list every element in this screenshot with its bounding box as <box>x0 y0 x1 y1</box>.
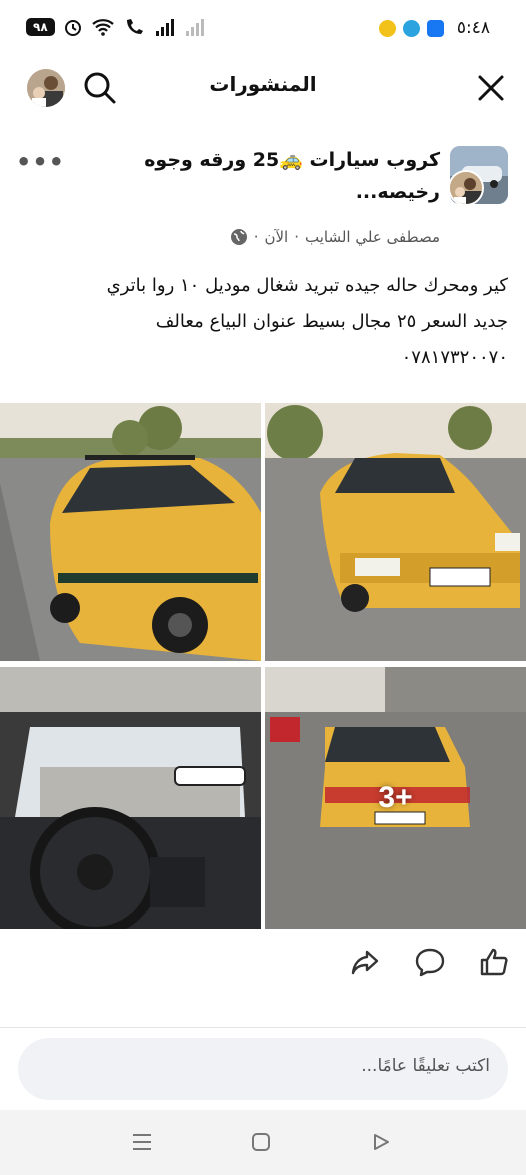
wifi-icon <box>91 19 114 36</box>
close-icon[interactable] <box>476 73 506 103</box>
divider <box>0 1027 526 1028</box>
status-bar: ٩٨ ٥:٤٨ <box>0 0 526 58</box>
post-time[interactable]: الآن <box>264 228 288 246</box>
photo-car-interior[interactable] <box>0 667 261 929</box>
comment-input[interactable]: اكتب تعليقًا عامًا... <box>18 1038 508 1100</box>
share-icon[interactable] <box>349 946 381 978</box>
telegram-icon <box>403 20 420 37</box>
recent-apps-icon[interactable] <box>131 1132 153 1152</box>
group-name[interactable]: كروب سيارات 🚕25 ورقه وجوه رخيصه... <box>90 144 440 208</box>
alarm-icon <box>64 20 81 36</box>
system-nav-bar <box>0 1110 526 1175</box>
signal-bars-2-icon <box>185 19 204 36</box>
top-header: المنشورات <box>0 58 526 118</box>
post-body: كير ومحرك حاله جيده تبريد شغال موديل ١٠ … <box>13 268 508 376</box>
post-body-line: جديد السعر ٢٥ مجال بسيط عنوان البياع معا… <box>155 311 508 332</box>
battery-indicator: ٩٨ <box>26 18 55 36</box>
post-body-line: كير ومحرك حاله جيده تبريد شغال موديل ١٠ … <box>106 275 508 296</box>
meta-separator: · <box>294 228 299 246</box>
photo-car-rear[interactable]: 3+ <box>265 667 526 929</box>
author-name[interactable]: مصطفى علي الشايب <box>305 228 440 246</box>
user-avatar[interactable] <box>448 170 484 206</box>
globe-icon <box>230 229 247 245</box>
post-meta: مصطفى علي الشايب · الآن · <box>230 228 440 246</box>
more-photos-badge[interactable]: 3+ <box>265 667 526 929</box>
more-options-icon[interactable]: ••• <box>16 148 65 176</box>
page-title: المنشورات <box>209 72 317 96</box>
comment-placeholder: اكتب تعليقًا عامًا... <box>361 1056 490 1076</box>
like-icon[interactable] <box>478 946 510 978</box>
signal-bars-icon <box>155 19 174 36</box>
comment-icon[interactable] <box>414 946 446 978</box>
status-app-icons <box>379 20 444 37</box>
status-time: ٥:٤٨ <box>456 18 490 38</box>
call-signal-icon <box>126 19 143 34</box>
post-header: ••• كروب سيارات 🚕25 ورقه وجوه رخيصه... م… <box>0 140 526 265</box>
facebook-icon <box>427 20 444 37</box>
status-left-icons: ٩٨ <box>26 17 207 37</box>
photo-car-side[interactable] <box>0 403 261 661</box>
back-icon[interactable] <box>371 1132 391 1152</box>
home-icon[interactable] <box>251 1132 271 1152</box>
yellow-app-icon <box>379 20 396 37</box>
photo-grid: 3+ <box>0 403 526 929</box>
post-body-line: ٠٧٨١٧٣٢٠٠٧٠ <box>401 347 508 368</box>
meta-separator-2: · <box>253 228 259 246</box>
post-actions <box>0 940 526 986</box>
photo-car-front[interactable] <box>265 403 526 661</box>
